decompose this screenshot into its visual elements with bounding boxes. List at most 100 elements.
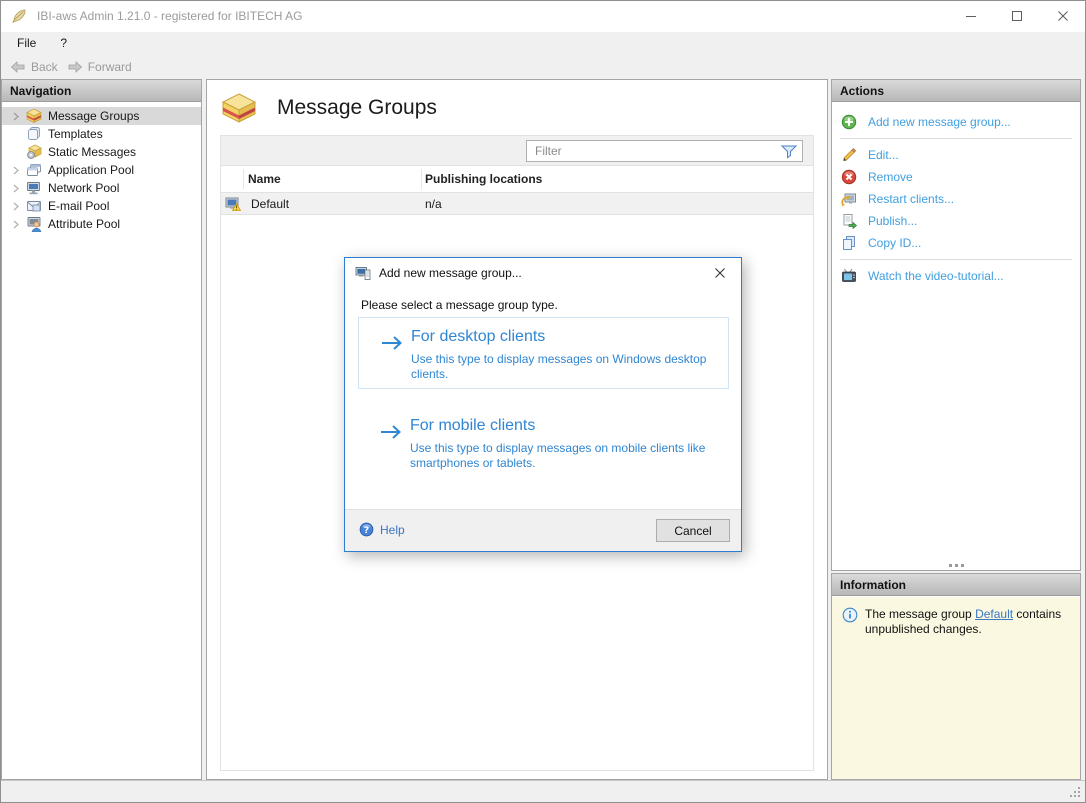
page-title: Message Groups <box>277 96 437 120</box>
action-edit[interactable]: Edit... <box>832 144 1080 166</box>
dialog-prompt: Please select a message group type. <box>361 298 558 312</box>
sidebar-item-message-groups[interactable]: Message Groups <box>2 107 201 125</box>
information-header: Information <box>832 574 1080 596</box>
action-label: Watch the video-tutorial... <box>868 269 1004 283</box>
remove-icon <box>841 169 857 185</box>
chevron-right-icon[interactable] <box>9 184 23 193</box>
navigation-header: Navigation <box>2 80 201 102</box>
chevron-right-icon[interactable] <box>9 166 23 175</box>
sidebar-item-label: Message Groups <box>48 109 139 123</box>
dialog-footer: ? Help Cancel <box>345 509 741 551</box>
row-publishing-locations: n/a <box>425 197 442 211</box>
row-name: Default <box>251 197 289 211</box>
message-groups-icon <box>26 108 42 124</box>
menu-help[interactable]: ? <box>52 34 75 52</box>
action-publish[interactable]: Publish... <box>832 210 1080 232</box>
separator <box>840 259 1072 260</box>
action-copy-id[interactable]: Copy ID... <box>832 232 1080 254</box>
info-text-prefix: The message group <box>865 607 975 621</box>
close-button[interactable] <box>1040 1 1085 30</box>
dialog-close-icon[interactable] <box>705 262 735 284</box>
forward-label: Forward <box>88 60 132 74</box>
sidebar-item-label: E-mail Pool <box>48 199 109 213</box>
video-tutorial-icon <box>841 268 857 284</box>
application-pool-icon <box>26 162 42 178</box>
default-group-link[interactable]: Default <box>975 607 1013 621</box>
information-message: The message group Default contains unpub… <box>865 607 1067 779</box>
action-label: Publish... <box>868 214 917 228</box>
edit-pencil-icon <box>841 147 857 163</box>
filter-icon[interactable] <box>780 143 798 159</box>
action-remove[interactable]: Remove <box>832 166 1080 188</box>
navigation-panel: Navigation Message Groups Templates <box>1 79 202 780</box>
dialog-icon <box>355 265 371 281</box>
separator <box>840 138 1072 139</box>
option-title: For mobile clients <box>410 417 535 435</box>
filter-field <box>526 140 803 162</box>
action-watch-video-tutorial[interactable]: Watch the video-tutorial... <box>832 265 1080 287</box>
sidebar-item-attribute-pool[interactable]: Attribute Pool <box>2 215 201 233</box>
dialog-title-bar: Add new message group... <box>345 258 741 288</box>
option-title: For desktop clients <box>411 328 545 346</box>
sidebar-item-label: Static Messages <box>48 145 136 159</box>
column-header-publishing-locations[interactable]: Publishing locations <box>425 172 542 186</box>
filter-bar <box>221 136 813 166</box>
help-icon: ? <box>359 522 374 537</box>
forward-icon <box>67 59 83 75</box>
chevron-right-icon[interactable] <box>9 220 23 229</box>
action-add-new-message-group[interactable]: Add new message group... <box>832 111 1080 133</box>
sidebar-item-static-messages[interactable]: Static Messages <box>2 143 201 161</box>
sidebar-item-network-pool[interactable]: Network Pool <box>2 179 201 197</box>
action-label: Copy ID... <box>868 236 921 250</box>
sidebar-item-templates[interactable]: Templates <box>2 125 201 143</box>
window-title: IBI-aws Admin 1.21.0 - registered for IB… <box>37 9 302 23</box>
restart-clients-icon <box>841 191 857 207</box>
menu-file[interactable]: File <box>9 34 44 52</box>
option-for-mobile-clients[interactable]: For mobile clients Use this type to disp… <box>358 407 729 479</box>
sidebar-item-label: Application Pool <box>48 163 134 177</box>
action-label: Restart clients... <box>868 192 954 206</box>
forward-button[interactable]: Forward <box>67 59 132 75</box>
option-description: Use this type to display messages on Win… <box>411 352 723 382</box>
back-button[interactable]: Back <box>10 59 58 75</box>
publish-icon <box>841 213 857 229</box>
app-icon <box>11 8 27 24</box>
table-header: Name Publishing locations <box>221 166 813 193</box>
application-window: IBI-aws Admin 1.21.0 - registered for IB… <box>0 0 1086 803</box>
menu-bar: File ? <box>1 32 1085 54</box>
back-label: Back <box>31 60 58 74</box>
navigation-toolbar: Back Forward <box>1 54 1085 79</box>
chevron-right-icon[interactable] <box>9 112 23 121</box>
status-bar <box>1 780 1085 802</box>
help-label: Help <box>380 523 405 537</box>
action-restart-clients[interactable]: Restart clients... <box>832 188 1080 210</box>
option-for-desktop-clients[interactable]: For desktop clients Use this type to dis… <box>358 317 729 389</box>
maximize-button[interactable] <box>994 1 1039 30</box>
navigation-tree: Message Groups Templates Static Messages <box>2 102 201 233</box>
sidebar-item-email-pool[interactable]: E-mail Pool <box>2 197 201 215</box>
attribute-pool-icon <box>26 216 42 232</box>
copy-id-icon <box>841 235 857 251</box>
message-group-warning-icon <box>225 196 241 212</box>
actions-panel: Actions Add new message group... Edit...… <box>831 79 1081 571</box>
help-link[interactable]: ? Help <box>359 522 405 537</box>
panel-splitter-handle[interactable] <box>832 564 1080 567</box>
sidebar-item-label: Templates <box>48 127 103 141</box>
chevron-right-icon[interactable] <box>9 202 23 211</box>
title-bar: IBI-aws Admin 1.21.0 - registered for IB… <box>1 1 1085 32</box>
option-description: Use this type to display messages on mob… <box>410 441 722 471</box>
action-label: Add new message group... <box>868 115 1011 129</box>
svg-text:?: ? <box>364 526 369 536</box>
add-message-group-dialog: Add new message group... Please select a… <box>344 257 742 552</box>
templates-icon <box>26 126 42 142</box>
filter-input[interactable] <box>527 144 780 158</box>
resize-grip-icon[interactable] <box>1069 786 1082 799</box>
cancel-button[interactable]: Cancel <box>656 519 730 542</box>
column-header-name[interactable]: Name <box>248 172 281 186</box>
table-row[interactable]: Default n/a <box>221 193 813 215</box>
sidebar-item-label: Network Pool <box>48 181 119 195</box>
minimize-button[interactable] <box>948 1 993 30</box>
email-pool-icon <box>26 198 42 214</box>
actions-header: Actions <box>832 80 1080 102</box>
sidebar-item-application-pool[interactable]: Application Pool <box>2 161 201 179</box>
